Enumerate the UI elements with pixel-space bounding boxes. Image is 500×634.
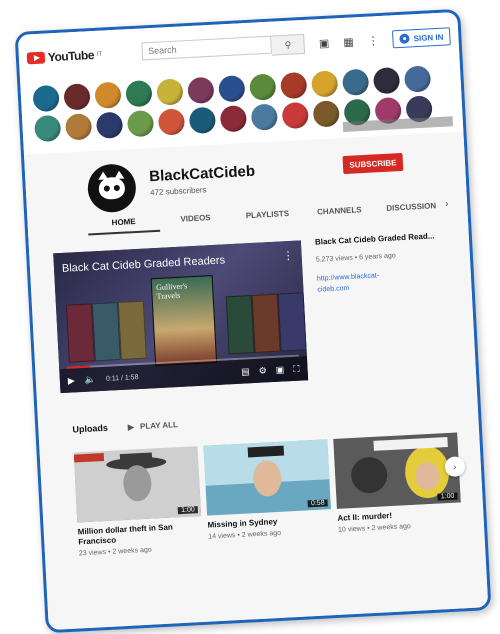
banner-bubble	[250, 103, 279, 131]
settings-icon[interactable]: ⚙	[258, 365, 267, 376]
video-thumbnail[interactable]: 0:58	[203, 439, 331, 516]
video-title[interactable]: Million dollar theft in San Francisco	[78, 521, 203, 547]
logo-country: IT	[96, 51, 103, 58]
play-all-button[interactable]: ▶ PLAY ALL	[128, 420, 178, 432]
more-vert-icon[interactable]: ⋮	[282, 249, 294, 263]
banner-bubble	[125, 79, 153, 108]
video-card[interactable]: 1:00 Act II: murder! 10 views • 2 weeks …	[333, 432, 462, 543]
fullscreen-icon[interactable]: ⛶	[293, 363, 300, 374]
uploads-list: 1:00 Million dollar theft in San Francis…	[73, 432, 463, 557]
volume-icon[interactable]: 🔈	[84, 374, 96, 386]
search-box: ⚲	[141, 33, 306, 63]
next-arrow-icon[interactable]: ›	[444, 456, 466, 478]
subtitles-icon[interactable]: ▤	[241, 366, 250, 377]
tab-home[interactable]: HOME	[87, 215, 161, 236]
book-title: Gulliver's Travels	[155, 281, 188, 302]
video-duration: 1:00	[437, 492, 458, 501]
player-right-controls: ▤ ⚙ ▣ ⛶	[241, 363, 300, 377]
video-duration: 0:58	[307, 499, 328, 508]
tab-channels[interactable]: CHANNELS	[303, 204, 376, 224]
subscriber-count: 472 subscribers	[149, 185, 207, 198]
tab-playlists[interactable]: PLAYLISTS	[231, 208, 304, 228]
book-cover	[277, 292, 307, 352]
featured-book-cover: Gulliver's Travels	[150, 275, 218, 367]
top-icons: ▣ ▦ ⋮ ● SIGN IN	[318, 27, 451, 52]
book-cover	[117, 300, 147, 360]
banner-bubble	[64, 113, 93, 141]
banner-bubble	[219, 105, 248, 133]
banner-bubble	[280, 71, 308, 100]
banner-bubble	[33, 114, 62, 143]
channel-name: BlackCatCideb	[148, 162, 256, 186]
banner-bubble	[341, 68, 370, 96]
more-vert-icon[interactable]: ⋮	[367, 34, 379, 48]
cat-eye	[103, 185, 111, 192]
video-camera-icon[interactable]: ▣	[319, 36, 330, 50]
account-icon: ●	[399, 33, 410, 44]
banner-bubble	[156, 78, 184, 106]
play-icon[interactable]: ▶	[68, 375, 75, 386]
banner-bubble	[126, 109, 155, 138]
banner-bubble	[187, 76, 215, 105]
video-thumbnail[interactable]: 1:00	[333, 432, 461, 509]
uploads-title[interactable]: Uploads	[72, 423, 108, 435]
search-input[interactable]	[141, 35, 273, 61]
logo-text: YouTube	[47, 47, 95, 65]
miniplayer-icon[interactable]: ▣	[275, 364, 284, 375]
subscribe-button[interactable]: SUBSCRIBE	[342, 152, 404, 175]
video-card[interactable]: 1:00 Million dollar theft in San Francis…	[73, 446, 203, 557]
play-logo-icon	[26, 51, 46, 65]
featured-info-link[interactable]: http://www.blackcat-cideb.com	[317, 270, 388, 296]
banner-bubble	[249, 73, 277, 101]
video-duration: 1:00	[178, 506, 198, 515]
black-cat-icon	[98, 176, 126, 200]
banner-bubble	[63, 83, 91, 111]
book-cover	[91, 302, 121, 362]
uploads-header: Uploads ▶ PLAY ALL	[72, 419, 178, 435]
banner-bubble	[281, 101, 309, 130]
featured-info-meta: 5,273 views • 6 years ago	[315, 252, 396, 264]
banner-bubble	[188, 106, 217, 135]
banner-bubble	[94, 81, 122, 109]
book-cover	[225, 295, 255, 355]
screen: YouTube IT ⚲ ▣ ▦ ⋮ ● SIGN IN	[17, 11, 489, 631]
banner-bubble	[218, 75, 246, 103]
sign-in-label: SIGN IN	[413, 32, 444, 43]
banner-bubble	[403, 65, 432, 93]
tab-discussion[interactable]: DISCUSSION	[375, 201, 448, 221]
sign-in-button[interactable]: ● SIGN IN	[392, 27, 451, 49]
tablet-frame: YouTube IT ⚲ ▣ ▦ ⋮ ● SIGN IN	[14, 8, 492, 634]
time-display: 0:11 / 1:58	[105, 373, 139, 383]
chevron-right-icon[interactable]: ›	[445, 199, 449, 210]
tab-videos[interactable]: VIDEOS	[159, 212, 232, 232]
channel-tabs: HOME VIDEOS PLAYLISTS CHANNELS DISCUSSIO…	[87, 201, 447, 236]
youtube-logo[interactable]: YouTube IT	[26, 47, 103, 66]
search-icon: ⚲	[284, 39, 292, 50]
cat-eye	[113, 184, 121, 192]
video-thumbnail[interactable]: 1:00	[73, 446, 202, 523]
banner-bubble	[372, 67, 401, 95]
apps-grid-icon[interactable]: ▦	[343, 35, 354, 49]
book-cover	[65, 303, 95, 363]
banner-bubble	[311, 70, 339, 98]
banner-bubble	[32, 84, 60, 113]
search-button[interactable]: ⚲	[271, 33, 306, 56]
banner-bubble	[157, 108, 186, 136]
photo-stage: YouTube IT ⚲ ▣ ▦ ⋮ ● SIGN IN	[0, 0, 500, 634]
video-card[interactable]: 0:58 Missing in Sydney 14 views • 2 week…	[203, 439, 332, 550]
featured-video-player[interactable]: Black Cat Cideb Graded Readers ⋮ Gullive…	[53, 240, 309, 394]
banner-bubble	[95, 111, 124, 139]
banner-bubble	[312, 100, 340, 128]
featured-video-info: Black Cat Cideb Graded Read... 5,273 vie…	[315, 230, 458, 295]
play-all-icon: ▶	[127, 421, 135, 432]
book-cover	[251, 293, 281, 353]
avatar[interactable]	[86, 162, 138, 214]
play-all-label: PLAY ALL	[139, 419, 179, 431]
